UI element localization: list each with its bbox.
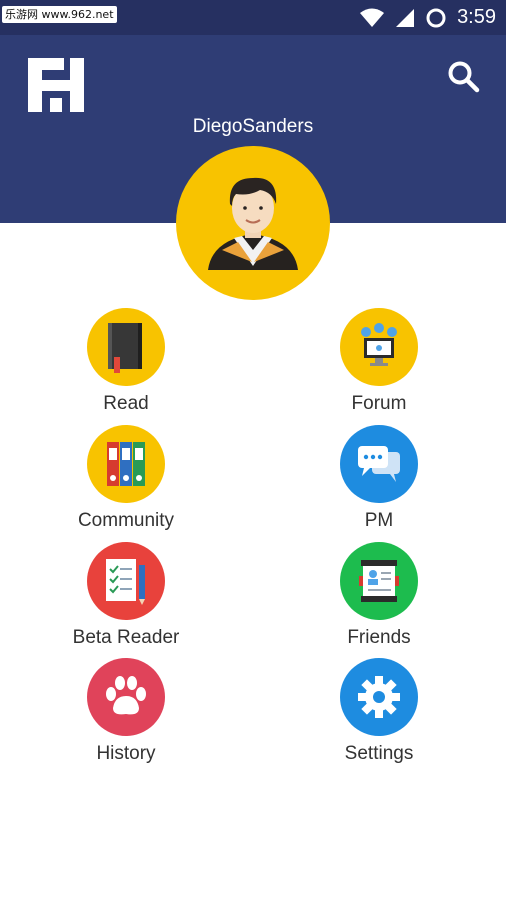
signal-icon — [396, 8, 415, 27]
menu-item-pm[interactable]: PM — [299, 425, 459, 532]
status-bar: 乐游网 www.962.net 3:59 — [0, 0, 506, 35]
menu-label: Read — [103, 393, 149, 414]
community-circle — [87, 425, 165, 503]
app-logo — [28, 58, 84, 112]
contacts-icon — [359, 560, 399, 602]
status-icons: 3:59 — [359, 0, 496, 35]
notebook-icon — [108, 323, 142, 373]
pm-circle — [340, 425, 418, 503]
menu-item-read[interactable]: Read — [46, 308, 206, 415]
menu-item-friends[interactable]: Friends — [299, 542, 459, 649]
username: DiegoSanders — [192, 116, 314, 137]
history-circle — [87, 658, 165, 736]
friends-circle — [340, 542, 418, 620]
menu-label: Friends — [347, 627, 411, 648]
user-avatar-icon — [208, 177, 298, 270]
menu-label: Forum — [351, 393, 407, 414]
menu-label: History — [96, 743, 156, 764]
menu-item-community[interactable]: Community — [46, 425, 206, 532]
sync-icon — [426, 8, 446, 27]
menu-label: Community — [77, 510, 175, 531]
forum-circle — [340, 308, 418, 386]
menu-item-history[interactable]: History — [46, 658, 206, 765]
clock: 3:59 — [457, 6, 496, 28]
settings-circle — [340, 658, 418, 736]
menu-item-forum[interactable]: Forum — [299, 308, 459, 415]
menu-label: Beta Reader — [72, 627, 180, 648]
watermark: 乐游网 www.962.net — [2, 6, 117, 23]
menu-label: Settings — [344, 743, 414, 764]
binders-icon — [107, 442, 145, 486]
read-circle — [87, 308, 165, 386]
avatar[interactable] — [176, 146, 330, 300]
chat-bubbles-icon — [358, 446, 400, 482]
menu-item-settings[interactable]: Settings — [299, 658, 459, 765]
menu-item-beta-reader[interactable]: Beta Reader — [46, 542, 206, 649]
search-icon[interactable] — [446, 59, 480, 93]
paw-icon — [106, 676, 146, 715]
wifi-icon — [360, 8, 385, 27]
beta-reader-circle — [87, 542, 165, 620]
checklist-icon — [106, 559, 145, 605]
gear-icon — [358, 676, 400, 718]
menu-label: PM — [364, 510, 394, 531]
forum-computer-icon — [361, 323, 397, 366]
